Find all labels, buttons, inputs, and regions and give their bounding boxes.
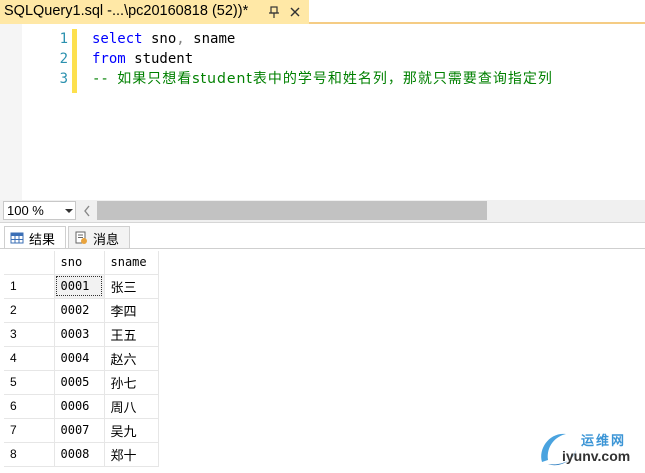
- chevron-down-icon: [65, 209, 73, 213]
- table-row: 5 0005 孙七: [4, 370, 159, 395]
- tab-results-label: 结果: [29, 233, 56, 248]
- editor-status-row: 100 %: [0, 200, 645, 222]
- pin-icon[interactable]: [266, 4, 282, 20]
- tab-results[interactable]: 结果: [4, 226, 66, 248]
- table-row: 7 0007 吴九: [4, 418, 159, 443]
- results-tab-strip: 结果 消息: [0, 222, 645, 248]
- comment-text: 如果只想看student表中的学号和姓名列，那就只需要查询指定列: [117, 71, 553, 87]
- row-number[interactable]: 2: [4, 298, 55, 323]
- code-text: sname: [184, 31, 236, 47]
- scroll-left-icon[interactable]: [82, 204, 92, 218]
- close-icon[interactable]: [287, 4, 303, 20]
- cell-sname[interactable]: 赵六: [104, 346, 159, 371]
- row-number[interactable]: 4: [4, 346, 55, 371]
- row-number[interactable]: 6: [4, 394, 55, 419]
- cell-sno[interactable]: 0004: [54, 346, 105, 371]
- keyword-select: select: [92, 31, 143, 47]
- column-header-sname[interactable]: sname: [104, 251, 159, 275]
- tab-messages[interactable]: 消息: [68, 226, 130, 248]
- cell-sname[interactable]: 郑十: [104, 442, 159, 467]
- watermark-logo: 运维网 iyunv.com: [536, 428, 644, 470]
- line-number: 2: [59, 51, 68, 67]
- table-row: 2 0002 李四: [4, 298, 159, 323]
- watermark-top-text: 运维网: [581, 434, 627, 449]
- cell-sno[interactable]: 0002: [54, 298, 105, 323]
- cell-sno[interactable]: 0006: [54, 394, 105, 419]
- code-line-1[interactable]: select sno, sname: [92, 29, 235, 49]
- grid-icon: [10, 232, 24, 244]
- keyword-from: from: [92, 51, 126, 67]
- cell-sname[interactable]: 孙七: [104, 370, 159, 395]
- column-header-sno[interactable]: sno: [54, 251, 105, 275]
- change-tracking-bar: [72, 29, 77, 93]
- line-number: 1: [59, 31, 68, 47]
- results-grid: sno sname 1 0001 张三 2 0002 李四 3 0003 王五 …: [4, 251, 159, 467]
- zoom-dropdown[interactable]: 100 %: [3, 201, 76, 220]
- cell-sno[interactable]: 0007: [54, 418, 105, 443]
- document-tab-strip: SQLQuery1.sql -...\pc20160818 (52))*: [0, 0, 645, 24]
- document-tab-title: SQLQuery1.sql -...\pc20160818 (52))*: [4, 3, 249, 19]
- table-row: 4 0004 赵六: [4, 346, 159, 371]
- cell-sname[interactable]: 李四: [104, 298, 159, 323]
- comment-prefix: --: [92, 71, 118, 87]
- zoom-value: 100 %: [7, 203, 44, 218]
- code-text: student: [125, 51, 194, 67]
- horizontal-scrollbar-thumb[interactable]: [97, 201, 487, 220]
- row-number[interactable]: 3: [4, 322, 55, 347]
- code-comma: ,: [176, 31, 185, 47]
- code-line-2[interactable]: from student: [92, 49, 193, 69]
- grid-header-row: sno sname: [4, 251, 159, 275]
- cell-sname[interactable]: 张三: [104, 274, 159, 299]
- table-row: 8 0008 郑十: [4, 442, 159, 467]
- grid-body: 1 0001 张三 2 0002 李四 3 0003 王五 4 0004 赵六 …: [4, 274, 159, 467]
- grid-corner-cell[interactable]: [4, 251, 55, 275]
- editor-margin: [0, 24, 22, 200]
- cell-sno[interactable]: 0005: [54, 370, 105, 395]
- table-row: 3 0003 王五: [4, 322, 159, 347]
- tab-messages-label: 消息: [93, 233, 120, 248]
- cell-sno[interactable]: 0003: [54, 322, 105, 347]
- table-row: 6 0006 周八: [4, 394, 159, 419]
- table-row: 1 0001 张三: [4, 274, 159, 299]
- row-number[interactable]: 8: [4, 442, 55, 467]
- messages-icon: [75, 231, 87, 244]
- code-line-3[interactable]: -- 如果只想看student表中的学号和姓名列，那就只需要查询指定列: [92, 69, 553, 89]
- cell-sno[interactable]: 0008: [54, 442, 105, 467]
- cell-sname[interactable]: 周八: [104, 394, 159, 419]
- document-tab[interactable]: SQLQuery1.sql -...\pc20160818 (52))*: [0, 0, 309, 24]
- cell-sname[interactable]: 王五: [104, 322, 159, 347]
- row-number[interactable]: 7: [4, 418, 55, 443]
- watermark-bottom-text: iyunv.com: [562, 448, 631, 464]
- code-text: sno: [142, 31, 177, 47]
- line-number: 3: [59, 71, 68, 87]
- query-editor[interactable]: 1 2 3 select sno, sname from student -- …: [0, 24, 645, 200]
- row-number[interactable]: 5: [4, 370, 55, 395]
- row-number[interactable]: 1: [4, 274, 55, 299]
- cell-sname[interactable]: 吴九: [104, 418, 159, 443]
- cell-sno[interactable]: 0001: [54, 274, 105, 299]
